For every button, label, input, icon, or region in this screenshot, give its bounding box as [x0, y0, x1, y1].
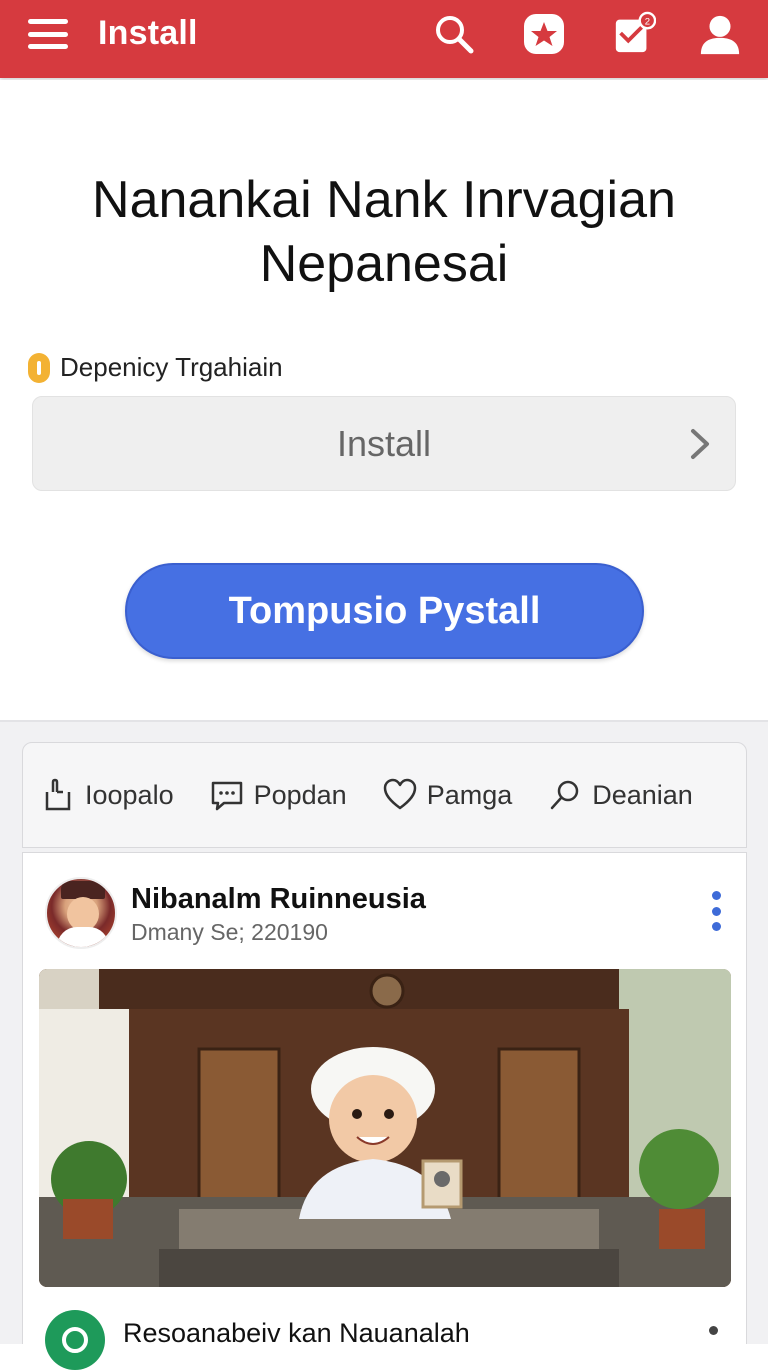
primary-install-button[interactable]: Tompusio Pystall	[125, 563, 644, 659]
action-search[interactable]: Deanian	[548, 778, 693, 812]
search-icon[interactable]	[432, 12, 476, 56]
user-icon[interactable]	[698, 12, 742, 56]
more-options-icon[interactable]	[710, 891, 722, 931]
star-badge-icon[interactable]	[522, 12, 566, 56]
action-comment-label: Popdan	[253, 779, 347, 810]
info-icon	[28, 352, 50, 383]
next-post-title[interactable]: Resoanabeiv kan Nauanalah	[123, 1318, 470, 1349]
notification-badge: 2	[645, 16, 650, 27]
action-bar: Ioopalo Popdan Pamga Deanian	[22, 742, 747, 848]
more-options-icon[interactable]	[709, 1326, 718, 1335]
install-select[interactable]: Install	[32, 396, 736, 491]
chevron-right-icon	[691, 429, 709, 459]
avatar[interactable]	[45, 877, 117, 949]
heart-icon	[383, 778, 416, 810]
share-icon	[45, 778, 71, 811]
dependency-label: Depenicy Trgahiain	[60, 352, 283, 382]
action-comment[interactable]: Popdan	[210, 778, 347, 812]
notification-icon[interactable]: 2	[612, 11, 656, 56]
search-icon	[551, 780, 579, 810]
next-post-preview: Resoanabeiv kan Nauanalah	[22, 1300, 747, 1370]
action-search-label: Deanian	[592, 779, 693, 810]
post-author[interactable]: Nibanalm Ruinneusia	[131, 883, 426, 916]
action-like-label: Pamga	[426, 779, 513, 810]
post-date: Dmany Se; 220190	[131, 919, 328, 945]
app-title: Install	[98, 14, 198, 52]
page-title: Nanankai Nank Inrvagian Nepanesai	[92, 171, 676, 293]
top-app-bar: Install 2	[0, 0, 768, 78]
feed-post: Nibanalm Ruinneusia Dmany Se; 220190	[22, 852, 747, 1344]
action-like[interactable]: Pamga	[383, 778, 513, 812]
dependency-row: Depenicy Trgahiain	[28, 352, 283, 383]
post-photo[interactable]	[39, 969, 731, 1287]
action-share[interactable]: Ioopalo	[41, 778, 174, 812]
avatar[interactable]	[45, 1310, 105, 1370]
select-value: Install	[336, 422, 432, 464]
menu-icon[interactable]	[28, 17, 68, 51]
action-share-label: Ioopalo	[85, 779, 174, 810]
comment-icon	[211, 781, 242, 811]
